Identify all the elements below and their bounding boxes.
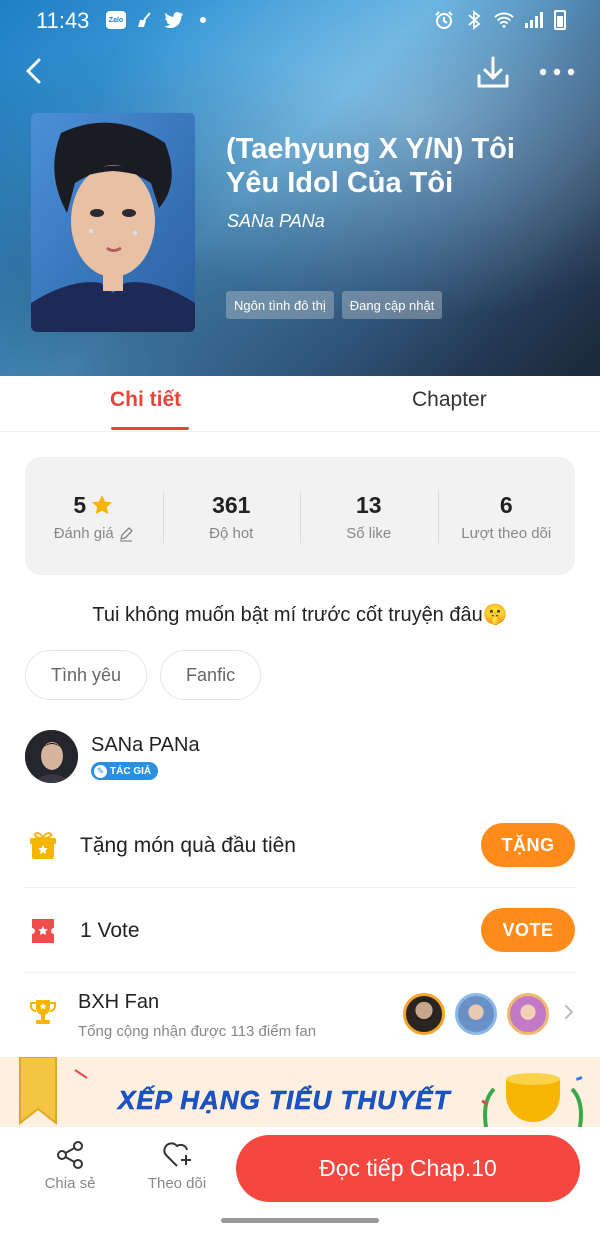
more-dots-icon[interactable] — [538, 62, 576, 82]
stat-hot-label: Độ hot — [209, 525, 254, 542]
stat-likes-label: Số like — [346, 525, 392, 542]
stat-followers-label: Lượt theo dõi — [461, 525, 552, 542]
author-avatar[interactable] — [25, 730, 78, 783]
story-cover-image — [31, 113, 195, 332]
fan-avatar — [455, 993, 497, 1035]
twitter-icon — [164, 10, 184, 30]
chevron-right-icon — [565, 1005, 574, 1019]
follow-label: Theo dõi — [147, 1175, 207, 1192]
story-title: (Taehyung X Y/N) Tôi Yêu Idol Của Tôi — [226, 133, 515, 199]
stat-likes: 13 Số like — [300, 457, 438, 575]
author-badge: ✎ TÁC GIẢ — [91, 762, 159, 780]
fan-ranking-row[interactable]: BXH Fan Tổng cộng nhận được 113 điểm fan — [25, 973, 575, 1053]
author-name[interactable]: SANa PANa — [91, 734, 200, 757]
battery-icon — [554, 10, 566, 30]
status-notification-icons: Zalo — [106, 10, 213, 30]
story-author[interactable]: SANa PANa — [227, 211, 325, 232]
banner-title: XẾP HẠNG TIỂU THUYẾT — [118, 1085, 451, 1116]
genre-chips: Tình yêu Fanfic — [25, 650, 262, 700]
status-bar: 11:43 Zalo — [0, 0, 600, 40]
star-icon — [92, 495, 113, 515]
quill-icon: ✎ — [94, 764, 107, 778]
story-header: 11:43 Zalo (Taehyung X Y/N) Tôi Yêu Idol… — [0, 0, 600, 376]
continue-reading-button[interactable]: Đọc tiếp Chap.10 — [236, 1135, 580, 1202]
wifi-icon — [494, 10, 514, 30]
stat-rating-label: Đánh giá — [53, 525, 114, 542]
tag-genre[interactable]: Ngôn tình đô thị — [226, 291, 334, 319]
fan-ranking-title: BXH Fan — [78, 991, 160, 1013]
stat-followers-value: 6 — [499, 491, 513, 518]
signal-icon — [524, 10, 544, 30]
stat-rating-value: 5 — [73, 491, 87, 518]
download-icon[interactable] — [474, 55, 512, 91]
detail-tabs: Chi tiết Chapter — [0, 376, 600, 432]
confetti-icon — [74, 1069, 88, 1079]
tab-chapter[interactable]: Chapter — [412, 388, 487, 412]
follow-button[interactable]: Theo dõi — [137, 1139, 217, 1192]
stat-hot: 361 Độ hot — [162, 457, 301, 575]
share-label: Chia sẻ — [44, 1175, 96, 1192]
trophy-icon — [30, 1000, 56, 1024]
fan-avatar — [507, 993, 549, 1035]
story-summary: Tui không muốn bật mí trước cốt truyện đ… — [92, 604, 508, 626]
alarm-icon — [434, 10, 454, 30]
share-icon — [57, 1141, 83, 1169]
stat-followers: 6 Lượt theo dõi — [437, 457, 576, 575]
stat-rating[interactable]: 5 Đánh giá — [25, 457, 163, 575]
stats-card: 5 Đánh giá 361 Độ hot 13 Số like 6 Lượt … — [25, 457, 575, 575]
home-indicator[interactable] — [221, 1218, 379, 1223]
stat-hot-value: 361 — [212, 491, 251, 518]
vote-count-text: 1 Vote — [80, 919, 140, 942]
dot-icon — [193, 10, 213, 30]
heart-plus-icon — [163, 1142, 191, 1167]
back-arrow-icon[interactable] — [20, 56, 50, 86]
status-time: 11:43 — [36, 8, 90, 33]
author-badge-label: TÁC GIẢ — [110, 765, 152, 777]
genre-chip-love[interactable]: Tình yêu — [25, 650, 148, 700]
vote-ticket-icon — [32, 919, 54, 943]
zalo-icon: Zalo — [106, 11, 126, 29]
pencil-icon — [119, 526, 133, 542]
story-tags: Ngôn tình đô thị Đang cập nhật — [226, 291, 443, 319]
banner-trophy-icon — [481, 1073, 583, 1127]
bluetooth-icon — [464, 10, 484, 30]
vote-row: 1 Vote VOTE — [25, 888, 575, 973]
status-system-icons — [434, 10, 566, 30]
gift-row: Tặng món quà đầu tiên TẶNG — [25, 803, 575, 888]
system-nav-area — [0, 1210, 600, 1233]
tab-details[interactable]: Chi tiết — [110, 388, 181, 412]
fan-ranking-subtitle: Tổng cộng nhận được 113 điểm fan — [78, 1023, 317, 1040]
gift-text: Tặng món quà đầu tiên — [80, 834, 296, 857]
active-tab-indicator — [111, 427, 189, 430]
gift-button[interactable]: TẶNG — [481, 823, 575, 867]
ribbon-icon — [19, 1057, 57, 1125]
gift-icon — [30, 832, 56, 859]
genre-chip-fanfic[interactable]: Fanfic — [160, 650, 262, 700]
share-button[interactable]: Chia sẻ — [30, 1139, 110, 1192]
vote-button[interactable]: VOTE — [481, 908, 575, 952]
ranking-banner[interactable]: XẾP HẠNG TIỂU THUYẾT — [0, 1057, 600, 1127]
broom-icon — [135, 10, 155, 30]
bottom-action-bar: Chia sẻ Theo dõi Đọc tiếp Chap.10 — [0, 1127, 600, 1210]
top-fans — [403, 993, 549, 1035]
stat-likes-value: 13 — [355, 491, 382, 518]
fan-avatar — [403, 993, 445, 1035]
tag-status: Đang cập nhật — [341, 291, 443, 319]
